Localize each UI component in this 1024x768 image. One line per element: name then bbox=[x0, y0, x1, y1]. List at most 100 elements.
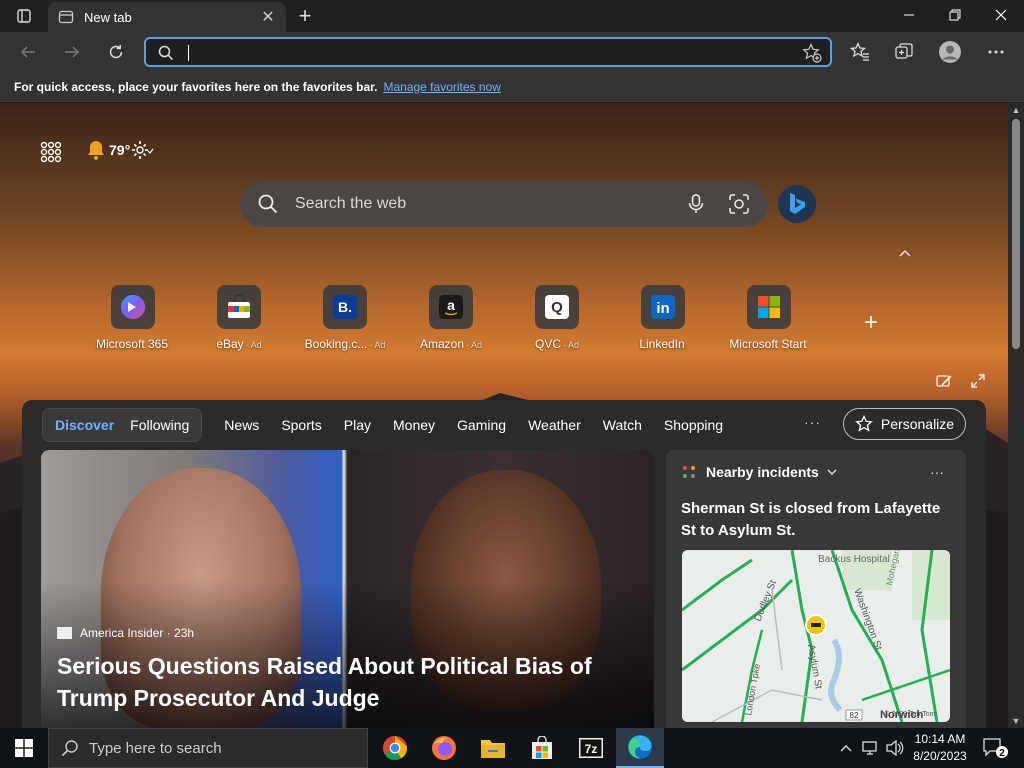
microphone-icon[interactable] bbox=[686, 193, 706, 215]
taskbar: Type here to search 7z 10:14 AM 8/20/202… bbox=[0, 728, 1024, 768]
gear-icon bbox=[132, 141, 154, 159]
personalize-label: Personalize bbox=[880, 416, 955, 432]
store-icon bbox=[532, 736, 552, 759]
back-button[interactable] bbox=[12, 36, 44, 68]
restore-icon bbox=[949, 9, 961, 21]
app-launcher-icon bbox=[40, 141, 62, 163]
quick-link-qvc[interactable]: Q QVC · Ad bbox=[504, 285, 610, 351]
traffic-map[interactable]: Backus Hospital Dudley St Washington St … bbox=[682, 550, 950, 722]
quick-link-booking[interactable]: B. Booking.c... · Ad bbox=[292, 285, 398, 351]
taskbar-firefox[interactable] bbox=[420, 728, 468, 768]
quick-link-amazon[interactable]: a Amazon · Ad bbox=[398, 285, 504, 351]
bing-chat-button[interactable] bbox=[778, 185, 816, 223]
taskbar-chrome[interactable] bbox=[371, 728, 419, 768]
collapse-quick-links-icon[interactable] bbox=[898, 245, 912, 261]
favorites-bar-message: For quick access, place your favorites h… bbox=[14, 79, 378, 94]
settings-and-more-button[interactable] bbox=[980, 36, 1012, 68]
close-tab-icon[interactable]: ✕ bbox=[260, 9, 276, 26]
tab-discover[interactable]: Discover bbox=[47, 417, 122, 433]
quick-link-microsoft-365[interactable]: Microsoft 365 bbox=[80, 285, 186, 351]
profile-button[interactable] bbox=[934, 36, 966, 68]
quick-link-linkedin[interactable]: in LinkedIn bbox=[610, 285, 716, 351]
speaker-icon bbox=[886, 740, 904, 756]
expand-icon[interactable] bbox=[970, 373, 986, 389]
network-button[interactable] bbox=[860, 728, 882, 768]
restore-button[interactable] bbox=[932, 0, 978, 30]
tab-watch[interactable]: Watch bbox=[603, 417, 642, 433]
notifications-button[interactable]: 2 bbox=[980, 728, 1010, 768]
edit-background-icon[interactable] bbox=[936, 373, 952, 389]
quick-link-label: Microsoft Start bbox=[729, 337, 807, 351]
nearby-incidents-card[interactable]: Nearby incidents ··· Sherman St is close… bbox=[666, 450, 966, 728]
address-input[interactable] bbox=[184, 42, 744, 62]
incident-title[interactable]: Sherman St is closed from Lafayette St t… bbox=[681, 498, 953, 542]
page-scrollbar[interactable]: ▲ ▼ bbox=[1008, 103, 1024, 728]
refresh-button[interactable] bbox=[100, 36, 132, 68]
taskbar-7zip[interactable]: 7z bbox=[567, 728, 615, 768]
notification-center-icon: 2 bbox=[983, 738, 1008, 759]
personalize-button[interactable]: Personalize bbox=[843, 408, 966, 440]
quick-link-ebay[interactable]: eBay · Ad bbox=[186, 285, 292, 351]
scrollbar-thumb[interactable] bbox=[1012, 119, 1020, 349]
ebay-icon bbox=[217, 285, 261, 329]
tab-play[interactable]: Play bbox=[344, 417, 371, 433]
new-tab-page-icon bbox=[58, 10, 74, 24]
tab-weather[interactable]: Weather bbox=[528, 417, 581, 433]
chevron-down-icon bbox=[827, 469, 837, 476]
weather-widget[interactable]: 79° bbox=[85, 139, 130, 161]
taskbar-file-explorer[interactable] bbox=[469, 728, 517, 768]
incidents-header[interactable]: Nearby incidents bbox=[682, 464, 849, 480]
notification-count: 2 bbox=[999, 748, 1005, 759]
svg-text:a: a bbox=[447, 297, 455, 313]
new-tab-button[interactable]: + bbox=[292, 3, 318, 28]
scroll-up-icon[interactable]: ▲ bbox=[1008, 103, 1024, 117]
ad-label: · Ad bbox=[466, 340, 483, 350]
bing-icon bbox=[790, 193, 805, 214]
incidents-more-button[interactable]: ··· bbox=[930, 464, 944, 480]
feed-more-button[interactable]: ··· bbox=[804, 414, 821, 430]
weather-alert-icon bbox=[88, 141, 104, 160]
top-story-card[interactable]: America Insider · 23h Serious Questions … bbox=[41, 450, 654, 728]
tab-news[interactable]: News bbox=[224, 417, 259, 433]
tab-shopping[interactable]: Shopping bbox=[664, 417, 723, 433]
quick-link-microsoft-start[interactable]: Microsoft Start bbox=[716, 285, 822, 351]
search-icon bbox=[61, 740, 78, 757]
show-hidden-icons-button[interactable] bbox=[836, 728, 856, 768]
svg-text:B.: B. bbox=[338, 299, 352, 315]
favorites-button[interactable] bbox=[844, 36, 876, 68]
taskbar-search-box[interactable]: Type here to search bbox=[48, 728, 368, 768]
web-search-box[interactable]: Search the web bbox=[240, 181, 768, 227]
tab-sports[interactable]: Sports bbox=[281, 417, 321, 433]
volume-button[interactable] bbox=[884, 728, 906, 768]
collections-button[interactable] bbox=[888, 36, 920, 68]
tab-money[interactable]: Money bbox=[393, 417, 435, 433]
minimize-button[interactable] bbox=[886, 0, 932, 30]
tab-gaming[interactable]: Gaming bbox=[457, 417, 506, 433]
quick-link-label: Booking.c... bbox=[304, 337, 368, 351]
address-bar[interactable] bbox=[144, 37, 832, 67]
taskbar-microsoft-store[interactable] bbox=[518, 728, 566, 768]
forward-button[interactable] bbox=[56, 36, 88, 68]
add-favorite-icon[interactable] bbox=[802, 43, 822, 63]
chevron-up-icon bbox=[840, 745, 852, 752]
traffic-icon bbox=[683, 466, 695, 478]
scroll-down-icon[interactable]: ▼ bbox=[1008, 714, 1024, 728]
app-launcher-button[interactable] bbox=[40, 141, 62, 168]
chrome-icon bbox=[382, 736, 407, 761]
page-settings-button[interactable] bbox=[130, 139, 154, 166]
taskbar-clock[interactable]: 10:14 AM 8/20/2023 bbox=[908, 731, 972, 765]
close-window-button[interactable] bbox=[978, 0, 1024, 30]
manage-favorites-link[interactable]: Manage favorites now bbox=[383, 80, 500, 94]
story-source: America Insider · 23h bbox=[57, 626, 194, 640]
folder-icon bbox=[481, 740, 505, 758]
personalize-icon bbox=[855, 415, 873, 432]
visual-search-icon[interactable] bbox=[728, 193, 750, 215]
browser-tab[interactable]: New tab ✕ bbox=[48, 2, 286, 32]
start-button[interactable] bbox=[0, 728, 48, 768]
story-headline[interactable]: Serious Questions Raised About Political… bbox=[57, 650, 617, 714]
add-site-icon[interactable]: + bbox=[864, 309, 878, 337]
tab-actions-button[interactable] bbox=[8, 6, 40, 26]
tab-following[interactable]: Following bbox=[122, 417, 197, 433]
taskbar-edge[interactable] bbox=[616, 728, 664, 768]
avatar-icon bbox=[939, 41, 961, 63]
